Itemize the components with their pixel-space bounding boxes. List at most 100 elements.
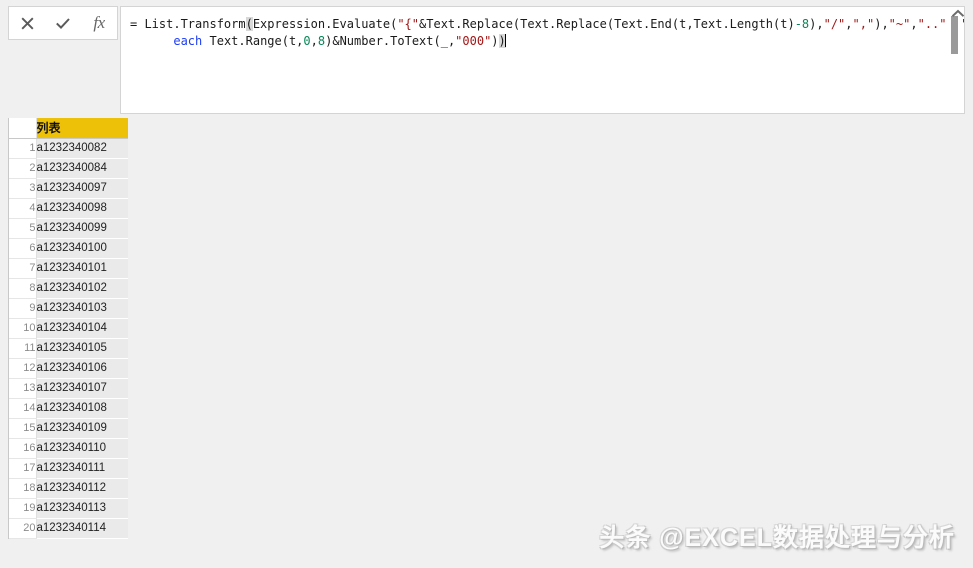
- row-number-cell[interactable]: 15: [9, 418, 37, 439]
- formula-token: ,: [845, 17, 853, 31]
- list-value-cell[interactable]: a1232340105: [36, 338, 128, 359]
- table-row[interactable]: 3 a1232340097: [9, 178, 128, 199]
- list-value-cell[interactable]: a1232340098: [36, 198, 128, 219]
- table-row[interactable]: 1 a1232340082: [9, 138, 128, 159]
- list-value-cell[interactable]: a1232340101: [36, 258, 128, 279]
- formula-token: ,: [910, 17, 918, 31]
- accept-edit-button[interactable]: [46, 7, 80, 39]
- table-row[interactable]: 18 a1232340112: [9, 478, 128, 499]
- formula-keyword: each: [173, 34, 203, 48]
- formula-string: "/": [823, 17, 846, 31]
- data-preview-grid[interactable]: 列表 1 a1232340082 2 a1232340084 3 a1232340097 4…: [8, 118, 128, 539]
- formula-string: "{": [397, 17, 420, 31]
- formula-token: Text.Range(t,: [202, 34, 304, 48]
- row-number-cell[interactable]: 4: [9, 198, 37, 219]
- chevron-up-icon[interactable]: [947, 6, 969, 22]
- formula-bar: fx = List.Transform(Expression.Evaluate(…: [0, 0, 973, 116]
- row-number-cell[interactable]: 8: [9, 278, 37, 299]
- formula-string: "000": [455, 34, 492, 48]
- row-number-cell[interactable]: 17: [9, 458, 37, 479]
- formula-string: "..": [917, 17, 947, 31]
- table-row[interactable]: 2 a1232340084: [9, 158, 128, 179]
- row-number-cell[interactable]: 12: [9, 358, 37, 379]
- list-value-cell[interactable]: a1232340108: [36, 398, 128, 419]
- table-row[interactable]: 4 a1232340098: [9, 198, 128, 219]
- row-number-cell[interactable]: 2: [9, 158, 37, 179]
- list-value-cell[interactable]: a1232340113: [36, 498, 128, 519]
- cancel-edit-button[interactable]: [10, 7, 44, 39]
- row-number-corner-header[interactable]: [9, 118, 37, 139]
- row-number-cell[interactable]: 19: [9, 498, 37, 519]
- row-number-cell[interactable]: 18: [9, 478, 37, 499]
- fx-icon[interactable]: fx: [82, 7, 116, 39]
- row-number-cell[interactable]: 1: [9, 138, 37, 159]
- row-number-cell[interactable]: 16: [9, 438, 37, 459]
- table-row[interactable]: 5 a1232340099: [9, 218, 128, 239]
- formula-token: &Text.Replace(Text.Replace(Text.End(t,Te…: [419, 17, 795, 31]
- row-number-cell[interactable]: 6: [9, 238, 37, 259]
- table-row[interactable]: 14 a1232340108: [9, 398, 128, 419]
- list-value-cell[interactable]: a1232340104: [36, 318, 128, 339]
- table-row[interactable]: 9 a1232340103: [9, 298, 128, 319]
- row-number-cell[interactable]: 14: [9, 398, 37, 419]
- list-value-cell[interactable]: a1232340103: [36, 298, 128, 319]
- table-row[interactable]: 7 a1232340101: [9, 258, 128, 279]
- formula-code-text[interactable]: = List.Transform(Expression.Evaluate("{"…: [130, 16, 964, 50]
- table-row[interactable]: 11 a1232340105: [9, 338, 128, 359]
- list-value-cell[interactable]: a1232340109: [36, 418, 128, 439]
- formula-token: = List.Transform: [130, 17, 246, 31]
- formula-token: ),: [809, 17, 824, 31]
- table-row[interactable]: 8 a1232340102: [9, 278, 128, 299]
- row-number-cell[interactable]: 20: [9, 518, 37, 539]
- formula-string: "~": [888, 17, 911, 31]
- table-header-row: 列表: [9, 118, 128, 139]
- table-row[interactable]: 20 a1232340114: [9, 518, 128, 539]
- list-value-cell[interactable]: a1232340082: [36, 138, 128, 159]
- row-number-cell[interactable]: 9: [9, 298, 37, 319]
- formula-action-buttons: fx: [8, 6, 118, 40]
- table-head: 列表: [9, 118, 128, 139]
- column-header-list[interactable]: 列表: [36, 118, 128, 139]
- list-value-cell[interactable]: a1232340099: [36, 218, 128, 239]
- table-row[interactable]: 10 a1232340104: [9, 318, 128, 339]
- list-value-cell[interactable]: a1232340100: [36, 238, 128, 259]
- row-number-cell[interactable]: 5: [9, 218, 37, 239]
- formula-token: )&Number.ToText(_,: [325, 34, 456, 48]
- table-row[interactable]: 6 a1232340100: [9, 238, 128, 259]
- list-value-cell[interactable]: a1232340112: [36, 478, 128, 499]
- formula-token: ),: [874, 17, 889, 31]
- formula-input[interactable]: = List.Transform(Expression.Evaluate("{"…: [120, 6, 965, 114]
- table-body: 1 a1232340082 2 a1232340084 3 a1232340097 4 a12…: [9, 138, 128, 539]
- preview-table: 列表 1 a1232340082 2 a1232340084 3 a1232340097 4…: [9, 118, 128, 539]
- list-value-cell[interactable]: a1232340102: [36, 278, 128, 299]
- list-value-cell[interactable]: a1232340106: [36, 358, 128, 379]
- formula-number: -8: [794, 17, 810, 31]
- row-number-cell[interactable]: 10: [9, 318, 37, 339]
- close-icon: [20, 16, 35, 31]
- row-number-cell[interactable]: 13: [9, 378, 37, 399]
- table-row[interactable]: 13 a1232340107: [9, 378, 128, 399]
- row-number-cell[interactable]: 7: [9, 258, 37, 279]
- table-row[interactable]: 16 a1232340110: [9, 438, 128, 459]
- formula-number: 0: [303, 34, 311, 48]
- list-value-cell[interactable]: a1232340110: [36, 438, 128, 459]
- formula-token: ): [491, 34, 499, 48]
- checkmark-icon: [55, 16, 71, 31]
- list-value-cell[interactable]: a1232340084: [36, 158, 128, 179]
- list-value-cell[interactable]: a1232340107: [36, 378, 128, 399]
- list-value-cell[interactable]: a1232340114: [36, 518, 128, 539]
- text-cursor: [504, 34, 506, 47]
- row-number-cell[interactable]: 3: [9, 178, 37, 199]
- list-value-cell[interactable]: a1232340097: [36, 178, 128, 199]
- formula-string: ",": [852, 17, 875, 31]
- row-number-cell[interactable]: 11: [9, 338, 37, 359]
- table-row[interactable]: 17 a1232340111: [9, 458, 128, 479]
- formula-indent: [130, 34, 173, 48]
- table-row[interactable]: 19 a1232340113: [9, 498, 128, 519]
- list-value-cell[interactable]: a1232340111: [36, 458, 128, 479]
- formula-matching-paren: (: [245, 17, 253, 31]
- table-row[interactable]: 12 a1232340106: [9, 358, 128, 379]
- table-row[interactable]: 15 a1232340109: [9, 418, 128, 439]
- formula-token: ,: [310, 34, 318, 48]
- formula-vertical-scrollbar[interactable]: [948, 8, 963, 113]
